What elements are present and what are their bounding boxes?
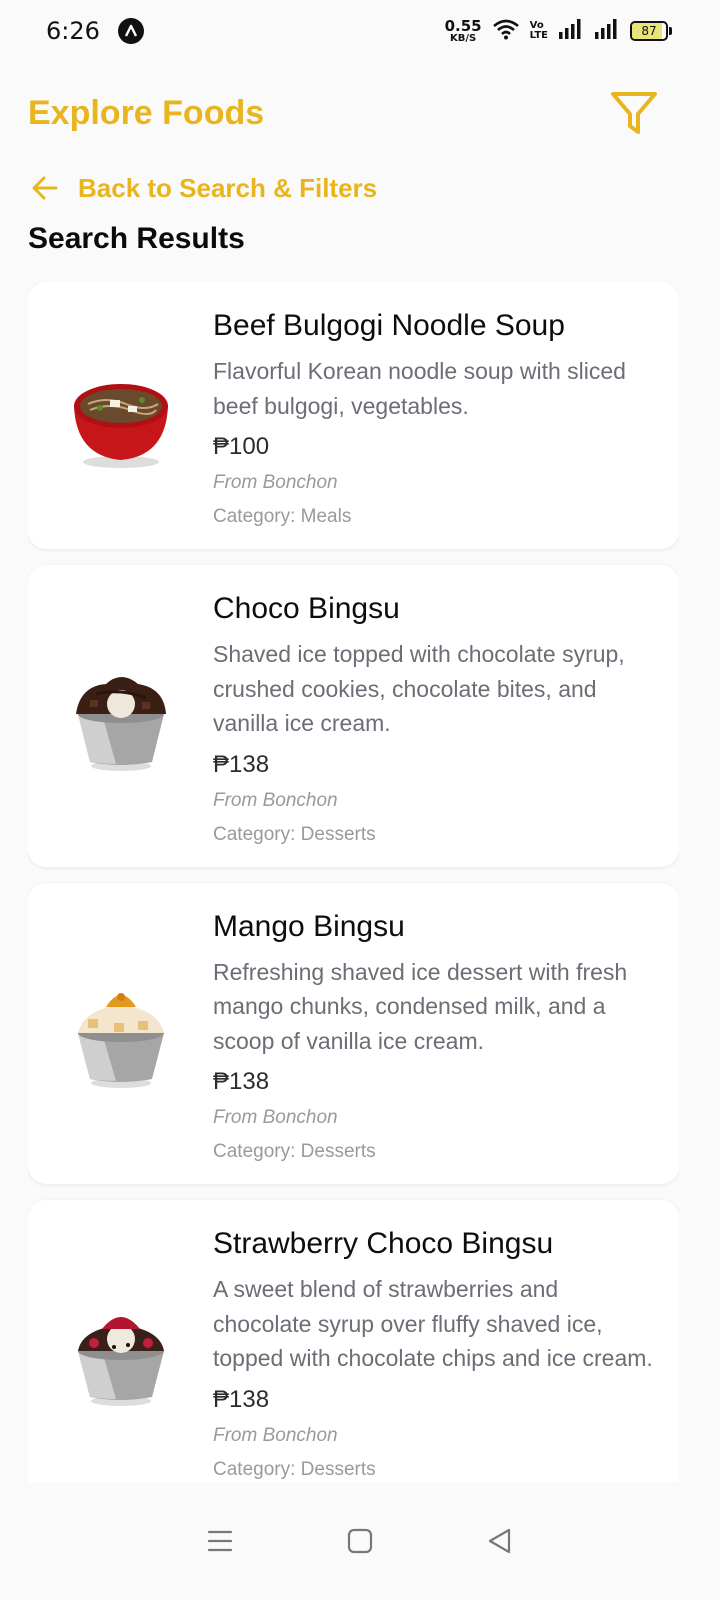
section-title: Search Results xyxy=(28,222,245,255)
food-name: Strawberry Choco Bingsu xyxy=(213,1227,554,1260)
food-description: Refreshing shaved ice dessert with fresh… xyxy=(213,958,628,1054)
food-category: Category: Meals xyxy=(213,506,352,527)
food-source: From Bonchon xyxy=(213,472,338,493)
food-price: ₱138 xyxy=(213,1068,270,1095)
app-notification-icon xyxy=(117,18,144,44)
menu-icon xyxy=(207,1530,233,1552)
food-card[interactable]: Strawberry Choco Bingsu A sweet blend of… xyxy=(28,1200,679,1482)
food-info: Choco Bingsu Shaved ice topped with choc… xyxy=(213,591,657,847)
food-price: ₱100 xyxy=(213,433,270,460)
volte-bottom: LTE xyxy=(529,30,548,41)
recent-apps-button[interactable] xyxy=(190,1511,250,1571)
app-header: Explore Foods xyxy=(0,78,720,148)
food-image-mango-bingsu xyxy=(28,909,213,1165)
back-link-label: Back to Search & Filters xyxy=(78,172,378,203)
food-image-strawberry-choco-bingsu xyxy=(28,1226,213,1482)
back-to-search-link[interactable]: Back to Search & Filters xyxy=(30,166,377,210)
arrow-left-icon xyxy=(32,176,58,200)
battery-cap xyxy=(669,27,672,35)
food-image-choco-bingsu xyxy=(28,591,213,847)
status-left: 6:26 xyxy=(46,17,144,45)
status-bar: 6:26 0.55 KB/S Vo LTE 87 xyxy=(0,0,720,62)
food-card[interactable]: Choco Bingsu Shaved ice topped with choc… xyxy=(28,565,679,867)
network-speed-value: 0.55 xyxy=(444,16,482,35)
home-square-icon xyxy=(347,1528,373,1554)
food-price: ₱138 xyxy=(213,750,270,778)
food-description: Shaved ice topped with chocolate syrup, … xyxy=(213,641,625,736)
wifi-icon xyxy=(492,18,520,44)
food-info: Mango Bingsu Refreshing shaved ice desse… xyxy=(213,909,657,1165)
food-info: Strawberry Choco Bingsu A sweet blend of… xyxy=(213,1226,657,1482)
food-source: From Bonchon xyxy=(213,1107,338,1128)
food-name: Choco Bingsu xyxy=(213,592,400,625)
food-category: Category: Desserts xyxy=(213,1458,376,1480)
food-source: From Bonchon xyxy=(213,789,338,811)
network-speed: 0.55 KB/S xyxy=(444,16,482,44)
food-name: Beef Bulgogi Noodle Soup xyxy=(213,309,565,342)
filter-button[interactable] xyxy=(608,87,660,139)
back-triangle-icon xyxy=(488,1528,511,1554)
signal-icon xyxy=(558,18,584,44)
page-title: Explore Foods xyxy=(28,93,265,132)
network-speed-unit: KB/S xyxy=(450,32,477,44)
food-source: From Bonchon xyxy=(213,1424,338,1446)
food-image-noodle-soup xyxy=(28,308,213,529)
results-list[interactable]: Beef Bulgogi Noodle Soup Flavorful Korea… xyxy=(28,282,679,1482)
food-name: Mango Bingsu xyxy=(213,909,405,943)
system-navigation-bar xyxy=(0,1482,720,1600)
signal-icon-2 xyxy=(594,18,620,44)
status-right: 0.55 KB/S Vo LTE 87 xyxy=(445,18,672,44)
battery-level: 87 xyxy=(641,24,657,38)
food-price: ₱138 xyxy=(213,1385,270,1413)
home-button[interactable] xyxy=(330,1511,390,1571)
back-button[interactable] xyxy=(470,1511,530,1571)
food-card[interactable]: Mango Bingsu Refreshing shaved ice desse… xyxy=(28,882,679,1184)
food-description: A sweet blend of strawberries and chocol… xyxy=(213,1276,653,1371)
battery-icon: 87 xyxy=(630,21,668,41)
food-category: Category: Desserts xyxy=(213,1141,376,1162)
food-category: Category: Desserts xyxy=(213,823,376,845)
status-time: 6:26 xyxy=(46,17,100,45)
volte-indicator: Vo LTE xyxy=(530,21,548,41)
filter-icon xyxy=(611,92,657,134)
food-description: Flavorful Korean noodle soup with sliced… xyxy=(213,358,626,419)
food-info: Beef Bulgogi Noodle Soup Flavorful Korea… xyxy=(213,308,657,529)
food-card[interactable]: Beef Bulgogi Noodle Soup Flavorful Korea… xyxy=(28,282,679,549)
